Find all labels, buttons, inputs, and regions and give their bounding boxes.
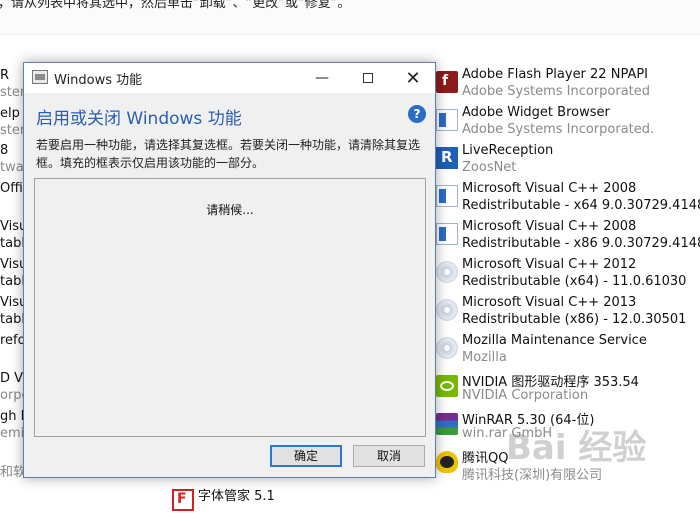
installer-icon: [436, 223, 458, 245]
left-program-fragment: refo: [0, 333, 26, 348]
dialog-description: 若要启用一种功能，请选择其复选框。若要关闭一种功能，请清除其复选框。填充的框表示…: [36, 138, 421, 170]
setup-disc-icon: [436, 299, 458, 321]
program-publisher: Adobe Systems Incorporated.: [462, 122, 655, 137]
program-publisher: Redistributable - x64 9.0.30729.4148: [462, 198, 700, 213]
program-publisher: Redistributable - x86 9.0.30729.4148: [462, 236, 700, 251]
installer-icon: [436, 185, 458, 207]
minimize-icon: —: [315, 70, 329, 86]
feature-tree-panel[interactable]: 请稍候...: [34, 178, 426, 437]
close-button[interactable]: ✕: [390, 63, 436, 93]
program-publisher: Redistributable (x86) - 12.0.30501: [462, 312, 687, 327]
program-list-item[interactable]: Microsoft Visual C++ 2008 Redistributable…: [436, 181, 700, 217]
program-name: Adobe Widget Browser: [462, 105, 610, 120]
program-list-item[interactable]: Microsoft Visual C++ 2008 Redistributable…: [436, 219, 700, 255]
qq-icon: [436, 451, 458, 473]
font-manager-icon: F: [172, 489, 194, 511]
program-list-item[interactable]: f Adobe Flash Player 22 NPAPI Adobe System…: [436, 67, 696, 103]
left-program-fragment: twa: [0, 160, 24, 175]
program-list-item[interactable]: Mozilla Maintenance Service Mozilla: [436, 333, 696, 369]
program-name: Mozilla Maintenance Service: [462, 333, 647, 348]
loading-text: 请稍候...: [206, 203, 254, 217]
program-publisher: Redistributable (x64) - 11.0.61030: [462, 274, 687, 289]
program-name: Microsoft Visual C++ 2012: [462, 257, 637, 272]
program-publisher: Mozilla: [462, 350, 507, 365]
program-name: Microsoft Visual C++ 2008: [462, 219, 637, 234]
program-name: Adobe Flash Player 22 NPAPI: [462, 67, 649, 82]
instruction-text: ，请从列表中将其选中，然后单击“卸载”、“更改”或“修复”。: [0, 0, 351, 11]
help-icon[interactable]: ?: [408, 105, 426, 123]
left-program-fragment: gh I: [0, 409, 25, 424]
program-publisher: NVIDIA Corporation: [462, 388, 589, 403]
winrar-icon: [436, 413, 458, 435]
dialog-title: Windows 功能: [54, 73, 143, 88]
cancel-button[interactable]: 取消: [353, 445, 425, 467]
program-list-item[interactable]: Microsoft Visual C++ 2012 Redistributable…: [436, 257, 696, 293]
watermark-logo: Bai 经验: [506, 428, 647, 468]
program-list-item[interactable]: R LiveReception ZoosNet: [436, 143, 696, 179]
flash-icon: f: [436, 71, 458, 93]
dialog-titlebar[interactable]: Windows 功能 — ✕: [24, 63, 435, 93]
installer-icon: [436, 109, 458, 131]
ok-button[interactable]: 确定: [270, 445, 342, 467]
setup-disc-icon: [436, 337, 458, 359]
program-name: Microsoft Visual C++ 2013: [462, 295, 637, 310]
windows-features-dialog: Windows 功能 — ✕ 启用或关闭 Windows 功能 ? 若要启用一种…: [23, 62, 436, 478]
nvidia-icon: [436, 375, 458, 397]
dialog-heading: 启用或关闭 Windows 功能: [36, 109, 242, 129]
program-list-item[interactable]: Microsoft Visual C++ 2013 Redistributable…: [436, 295, 696, 331]
program-publisher: ZoosNet: [462, 160, 517, 175]
left-program-fragment: Offi: [0, 181, 23, 196]
maximize-icon: [363, 73, 373, 83]
setup-disc-icon: [436, 261, 458, 283]
instruction-band: ，请从列表中将其选中，然后单击“卸载”、“更改”或“修复”。: [0, 0, 700, 35]
maximize-button[interactable]: [345, 63, 391, 93]
program-name: Microsoft Visual C++ 2008: [462, 181, 637, 196]
left-program-fragment: R: [0, 68, 10, 83]
close-icon: ✕: [405, 67, 421, 89]
minimize-button[interactable]: —: [299, 63, 345, 93]
left-program-fragment: 8: [0, 143, 9, 158]
program-list-item[interactable]: F 字体管家 5.1: [172, 485, 432, 521]
livereception-icon: R: [436, 147, 458, 169]
windows-features-icon: [32, 70, 48, 84]
program-publisher: Adobe Systems Incorporated: [462, 84, 651, 99]
program-list-item[interactable]: NVIDIA 图形驱动程序 353.54 NVIDIA Corporation: [436, 371, 696, 407]
program-name: LiveReception: [462, 143, 554, 158]
program-name: 字体管家 5.1: [198, 489, 275, 504]
program-list-item[interactable]: Adobe Widget Browser Adobe Systems Incorp…: [436, 105, 696, 141]
